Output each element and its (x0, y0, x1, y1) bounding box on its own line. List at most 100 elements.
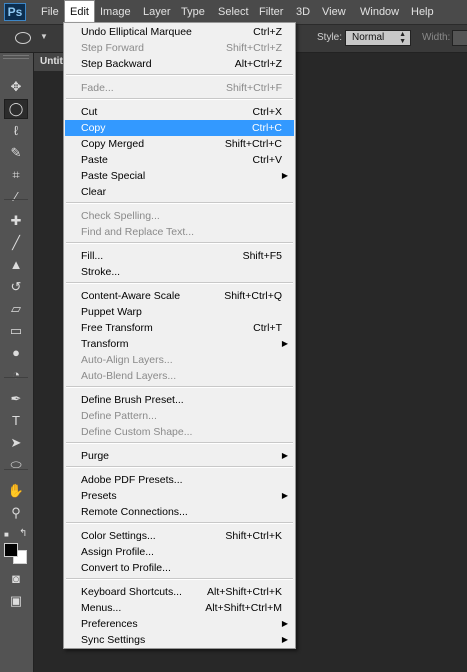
menu-item-shortcut: Alt+Shift+Ctrl+M (205, 602, 282, 614)
menu-item-label: Puppet Warp (81, 306, 142, 318)
submenu-arrow-icon: ▶ (281, 635, 288, 644)
panel-grip[interactable] (3, 55, 29, 59)
menu-item-define-custom-shape: Define Custom Shape... (65, 424, 294, 440)
menu-item-shortcut: Shift+F5 (242, 250, 282, 262)
style-select[interactable]: Normal ▲ ▼ (345, 30, 411, 46)
move-tool-icon[interactable]: ✥ (4, 77, 28, 97)
menu-item-adobe-pdf-presets[interactable]: Adobe PDF Presets... (65, 472, 294, 488)
dodge-tool-icon[interactable]: ◔ (4, 365, 28, 385)
menu-item-puppet-warp[interactable]: Puppet Warp (65, 304, 294, 320)
eyedropper-tool-icon[interactable]: ⁄ (4, 187, 28, 207)
menu-select[interactable]: Select (218, 0, 249, 24)
menu-item-stroke[interactable]: Stroke... (65, 264, 294, 280)
screen-mode-icon[interactable]: ▣ (4, 591, 28, 611)
menu-image[interactable]: Image (100, 0, 131, 24)
hand-tool-icon[interactable]: ✋ (4, 481, 28, 501)
path-selection-tool-icon[interactable]: ➤ (4, 433, 28, 453)
history-brush-tool-icon[interactable]: ↺ (4, 277, 28, 297)
menu-item-content-aware-scale[interactable]: Content-Aware Scale Shift+Ctrl+Q (65, 288, 294, 304)
menu-item-sync-settings[interactable]: Sync Settings ▶ (65, 632, 294, 648)
pen-tool-icon[interactable]: ✒ (4, 389, 28, 409)
menu-item-fill[interactable]: Fill... Shift+F5 (65, 248, 294, 264)
menu-item-label: Auto-Blend Layers... (81, 370, 177, 382)
menu-item-label: Color Settings... (81, 530, 156, 542)
menu-item-paste[interactable]: Paste Ctrl+V (65, 152, 294, 168)
menu-item-clear[interactable]: Clear (65, 184, 294, 200)
menu-item-shortcut: Ctrl+T (253, 322, 282, 334)
menu-item-copy-merged[interactable]: Copy Merged Shift+Ctrl+C (65, 136, 294, 152)
clone-stamp-tool-icon[interactable]: ▲ (4, 255, 28, 275)
menu-item-menus[interactable]: Menus... Alt+Shift+Ctrl+M (65, 600, 294, 616)
menu-help[interactable]: Help (411, 0, 434, 24)
menu-item-cut[interactable]: Cut Ctrl+X (65, 104, 294, 120)
eraser-tool-icon[interactable]: ▱ (4, 299, 28, 319)
toolbar-separator (4, 469, 28, 470)
blur-tool-icon[interactable]: ● (4, 343, 28, 363)
menu-item-label: Remote Connections... (81, 506, 188, 518)
menu-item-paste-special[interactable]: Paste Special ▶ (65, 168, 294, 184)
menu-item-shortcut: Ctrl+Z (253, 26, 282, 38)
menu-item-shortcut: Alt+Shift+Ctrl+K (207, 586, 282, 598)
menu-item-shortcut: Shift+Ctrl+Z (225, 42, 282, 54)
menu-item-free-transform[interactable]: Free Transform Ctrl+T (65, 320, 294, 336)
menu-separator (66, 442, 293, 444)
menu-item-remote-connections[interactable]: Remote Connections... (65, 504, 294, 520)
menu-item-copy[interactable]: Copy Ctrl+C (65, 120, 294, 136)
healing-brush-tool-icon[interactable]: ✚ (4, 211, 28, 231)
elliptical-marquee-tool-icon[interactable]: ◯ (4, 99, 28, 119)
lasso-tool-icon[interactable]: ℓ (4, 121, 28, 141)
submenu-arrow-icon: ▶ (281, 451, 288, 460)
quick-selection-tool-icon[interactable]: ✎ (4, 143, 28, 163)
menu-item-define-brush-preset[interactable]: Define Brush Preset... (65, 392, 294, 408)
menu-item-undo-elliptical-marquee[interactable]: Undo Elliptical Marquee Ctrl+Z (65, 24, 294, 40)
menu-edit[interactable]: Edit (64, 0, 95, 24)
menu-window[interactable]: Window (360, 0, 399, 24)
swap-colors-icon[interactable]: ↰ (19, 528, 27, 539)
menu-item-convert-to-profile[interactable]: Convert to Profile... (65, 560, 294, 576)
width-input[interactable] (452, 30, 467, 46)
menu-item-color-settings[interactable]: Color Settings... Shift+Ctrl+K (65, 528, 294, 544)
menu-item-preferences[interactable]: Preferences ▶ (65, 616, 294, 632)
menu-item-label: Undo Elliptical Marquee (81, 26, 192, 38)
menu-item-keyboard-shortcuts[interactable]: Keyboard Shortcuts... Alt+Shift+Ctrl+K (65, 584, 294, 600)
menu-item-label: Copy Merged (81, 138, 145, 150)
menu-item-shortcut: Ctrl+X (252, 106, 282, 118)
menu-item-transform[interactable]: Transform ▶ (65, 336, 294, 352)
menu-filter[interactable]: Filter (259, 0, 283, 24)
submenu-arrow-icon: ▶ (281, 339, 288, 348)
toolbar-separator (4, 199, 28, 200)
menu-item-assign-profile[interactable]: Assign Profile... (65, 544, 294, 560)
style-label: Style: (317, 32, 343, 43)
menu-item-label: Stroke... (81, 266, 121, 278)
menu-item-label: Step Forward (81, 42, 145, 54)
menu-separator (66, 578, 293, 580)
foreground-color-swatch[interactable] (4, 543, 18, 557)
default-colors-icon[interactable]: ■ (4, 530, 9, 539)
menu-item-label: Copy (81, 122, 106, 134)
menu-file[interactable]: File (41, 0, 59, 24)
menu-item-shortcut: Shift+Ctrl+F (225, 82, 282, 94)
menu-separator (66, 242, 293, 244)
menu-layer[interactable]: Layer (143, 0, 171, 24)
crop-tool-icon[interactable]: ⌗ (4, 165, 28, 185)
menu-item-shortcut: Shift+Ctrl+C (224, 138, 282, 150)
menu-3d[interactable]: 3D (296, 0, 310, 24)
chevron-down-icon[interactable]: ▼ (40, 32, 48, 41)
menu-item-shortcut: Shift+Ctrl+K (225, 530, 282, 542)
zoom-tool-icon[interactable]: ⚲ (4, 503, 28, 523)
menu-item-step-backward[interactable]: Step Backward Alt+Ctrl+Z (65, 56, 294, 72)
ellipse-shape-tool-icon[interactable]: ⬭ (4, 455, 28, 475)
brush-tool-icon[interactable]: ╱ (4, 233, 28, 253)
menu-item-check-spelling: Check Spelling... (65, 208, 294, 224)
quick-mask-icon[interactable]: ◙ (4, 569, 28, 589)
menu-item-label: Keyboard Shortcuts... (81, 586, 182, 598)
menu-separator (66, 282, 293, 284)
menu-separator (66, 466, 293, 468)
tool-preset-icon[interactable] (15, 32, 31, 44)
menu-item-presets[interactable]: Presets ▶ (65, 488, 294, 504)
menu-item-purge[interactable]: Purge ▶ (65, 448, 294, 464)
type-tool-icon[interactable]: T (4, 411, 28, 431)
menu-type[interactable]: Type (181, 0, 205, 24)
menu-view[interactable]: View (322, 0, 346, 24)
gradient-tool-icon[interactable]: ▭ (4, 321, 28, 341)
